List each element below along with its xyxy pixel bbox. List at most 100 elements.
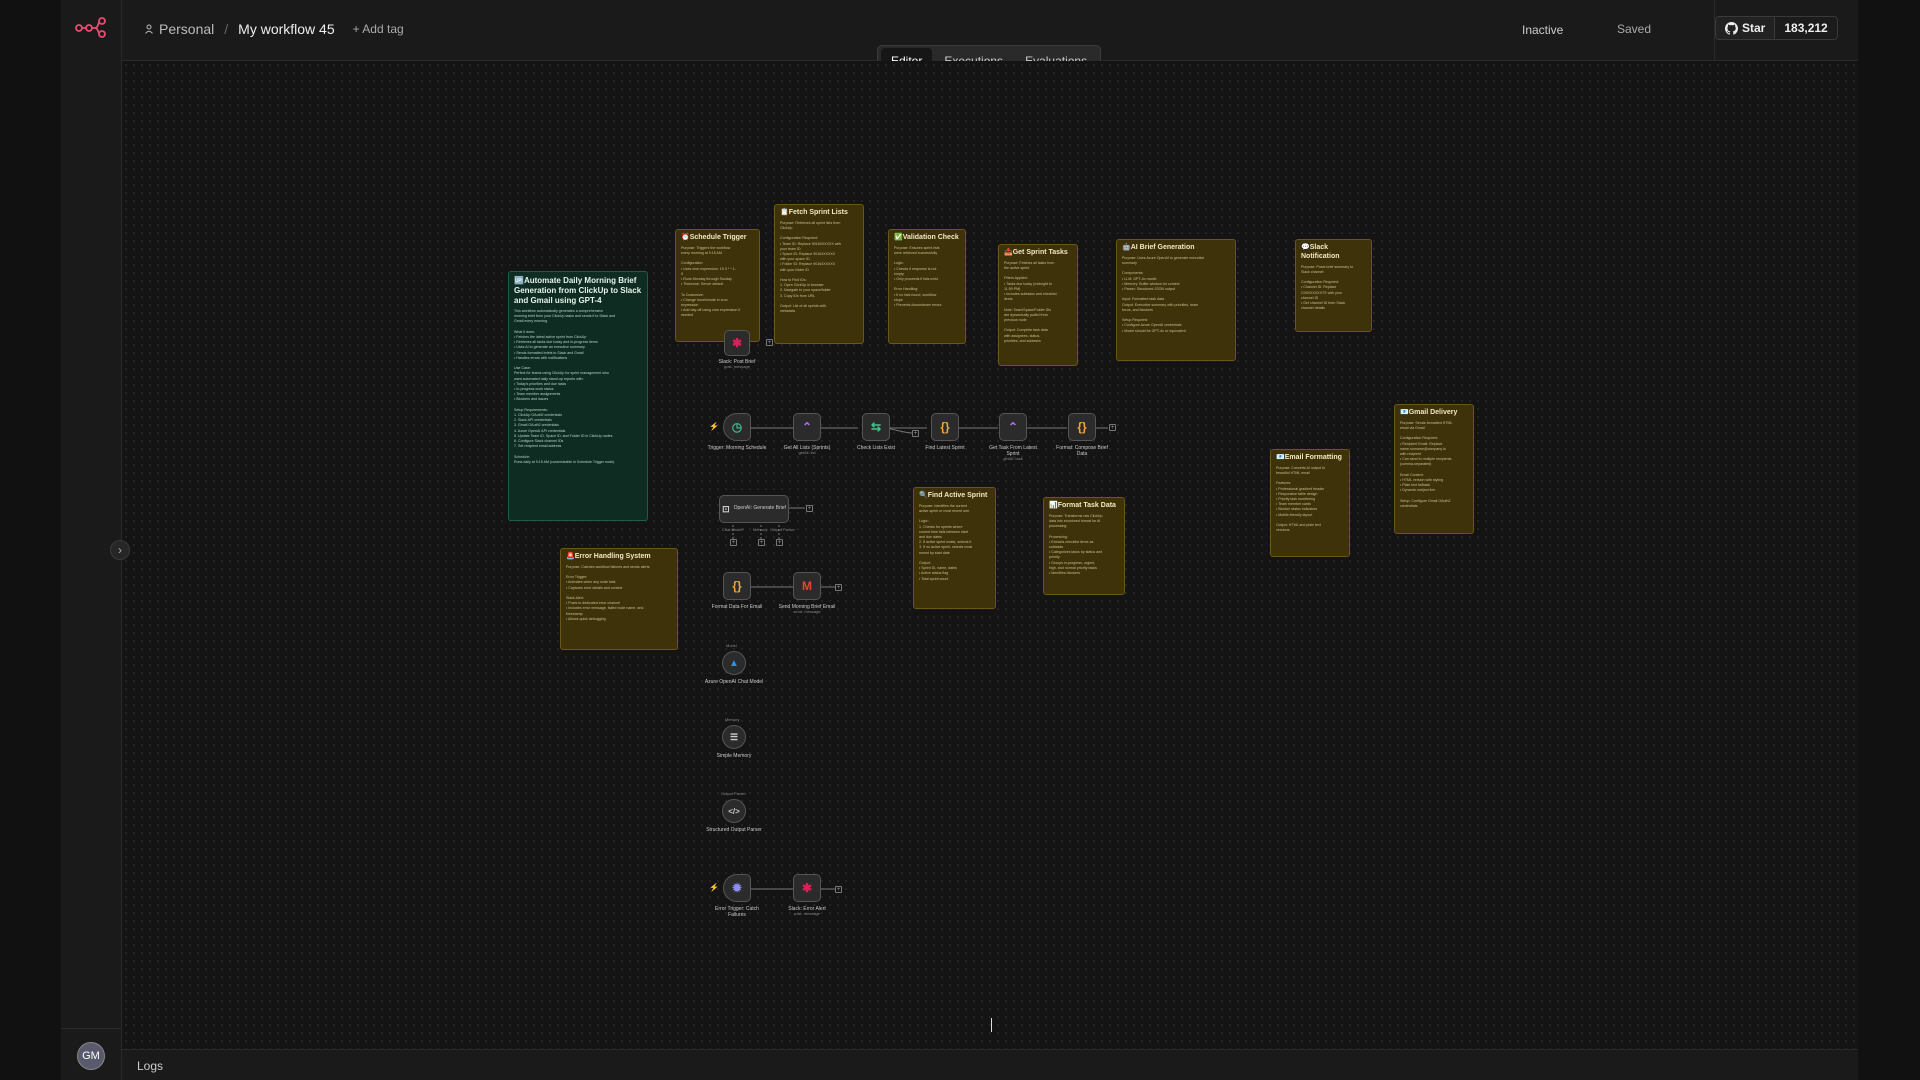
note-body: Purpose: Triggers the workflow every morn…: [681, 246, 754, 319]
node-sublabel: send: message: [793, 609, 821, 614]
save-status: Saved: [1617, 22, 1652, 36]
note-body: Purpose: Transforms raw ClickUp data into…: [1049, 514, 1119, 576]
note-title: ✅Validation Check: [894, 234, 959, 241]
breadcrumb-project[interactable]: Personal: [144, 21, 214, 37]
note-body: Purpose: Fetches all tasks from the activ…: [1004, 261, 1072, 344]
sub-node-type-label: Model: [726, 643, 737, 648]
workflow-canvas[interactable]: 🆙Automate Daily Morning Brief Generation…: [122, 61, 1858, 1049]
node-sublabel: getAll: task: [1003, 456, 1023, 461]
node-sublabel: getAll: list: [798, 450, 816, 455]
sticky-note-slack-notification[interactable]: 💬Slack Notification Purpose: Posts brief…: [1295, 239, 1372, 332]
node-label: Format Data For Email: [711, 604, 763, 610]
node-error-trigger[interactable]: ✹: [723, 874, 751, 902]
node-openai-generate-brief[interactable]: ⊡ OpenAI: Generate Brief: [719, 495, 789, 523]
add-sub-node-button[interactable]: +: [730, 539, 737, 546]
github-star-label[interactable]: Star: [1716, 17, 1776, 39]
node-format-compose-brief[interactable]: {}: [1068, 413, 1096, 441]
azure-icon: ▲: [729, 657, 739, 669]
node-simple-memory[interactable]: ☰: [722, 725, 746, 749]
note-line: needed: [681, 313, 693, 318]
breadcrumb: Personal / My workflow 45 + Add tag: [144, 21, 404, 37]
sticky-note-schedule[interactable]: ⏰Schedule Trigger Purpose: Triggers the …: [675, 229, 760, 342]
node-sublabel: post: message: [723, 364, 750, 369]
sidebar-divider: [61, 1028, 122, 1029]
text-cursor: [991, 1018, 992, 1032]
sticky-note-gmail-delivery[interactable]: 📧Gmail Delivery Purpose: Sends formatted…: [1394, 404, 1474, 534]
sticky-note-fetch-sprint-lists[interactable]: 📋Fetch Sprint Lists Purpose: Retrieves a…: [774, 204, 864, 344]
node-get-all-lists[interactable]: ⌃: [793, 413, 821, 441]
note-body: Purpose: Identifies the current active sp…: [919, 504, 990, 582]
note-line: metadata: [780, 309, 795, 314]
node-label: Find Latest Sprint: [925, 445, 965, 451]
node-trigger-morning-schedule[interactable]: ◷: [723, 413, 751, 441]
sticky-note-error-handling[interactable]: 🚨Error Handling System Purpose: Catches …: [560, 548, 678, 650]
github-star-count: 183,212: [1775, 17, 1837, 39]
note-title: 📧Email Formatting: [1276, 454, 1342, 461]
sticky-note-format-task-data[interactable]: 📊Format Task Data Purpose: Transforms ra…: [1043, 497, 1125, 595]
right-margin: [1858, 0, 1920, 1080]
node-label: Simple Memory: [716, 753, 752, 759]
note-title: 📋Fetch Sprint Lists: [780, 209, 848, 216]
robot-icon: ⊡: [722, 503, 730, 514]
add-node-button[interactable]: +: [766, 339, 773, 346]
logs-label: Logs: [137, 1059, 164, 1073]
note-line: channel details: [1301, 306, 1325, 311]
node-send-morning-brief-email[interactable]: M: [793, 572, 821, 600]
node-find-latest-sprint[interactable]: {}: [931, 413, 959, 441]
add-node-button[interactable]: +: [835, 584, 842, 591]
trigger-bolt-icon: ⚡: [709, 422, 719, 431]
if-branch-icon: ⇆: [870, 420, 882, 434]
expand-panel-button[interactable]: ›: [110, 540, 130, 560]
add-node-button[interactable]: +: [912, 430, 919, 437]
note-line: • Identifies blockers: [1049, 570, 1081, 575]
note-title: 🆙Automate Daily Morning Brief Generation…: [514, 276, 642, 305]
node-label: Send Morning Brief Email send: message: [777, 604, 837, 615]
note-body: Purpose: Posts brief summary to Slack cha…: [1301, 265, 1366, 312]
add-node-button[interactable]: +: [806, 505, 813, 512]
node-label: Slack: Error Alert post: message: [777, 906, 837, 917]
sticky-note-validation[interactable]: ✅Validation Check Purpose: Ensures sprin…: [888, 229, 966, 344]
sticky-note-email-formatting[interactable]: 📧Email Formatting Purpose: Converts AI o…: [1270, 449, 1350, 557]
sticky-note-find-active-sprint[interactable]: 🔍Find Active Sprint Purpose: Identifies …: [913, 487, 996, 609]
node-slack-error-alert[interactable]: ✱: [793, 874, 821, 902]
github-star-button[interactable]: Star 183,212: [1715, 16, 1838, 40]
note-body: Purpose: Catches workflow failures and s…: [566, 565, 672, 622]
sticky-note-ai-brief[interactable]: 🤖AI Brief Generation Purpose: Uses Azure…: [1116, 239, 1236, 361]
note-title: 📊Format Task Data: [1049, 502, 1116, 509]
node-label: Format: Compose Brief Data: [1056, 445, 1108, 457]
node-get-task-latest-sprint[interactable]: ⌃: [999, 413, 1027, 441]
note-title: 📥Get Sprint Tasks: [1004, 249, 1068, 256]
add-sub-node-button[interactable]: +: [776, 539, 783, 546]
note-line: versions: [1276, 528, 1290, 533]
node-label: Error Trigger: Catch Failures: [715, 906, 759, 918]
note-title: 📧Gmail Delivery: [1400, 409, 1458, 416]
note-body: Purpose: Retrieves all sprint lists from…: [780, 221, 858, 315]
add-sub-node-button[interactable]: +: [758, 539, 765, 546]
node-structured-output-parser[interactable]: </>: [722, 799, 746, 823]
port-label-output-parser: Output Parser: [770, 527, 795, 532]
node-azure-openai-chat-model[interactable]: ▲: [722, 651, 746, 675]
note-title: ⏰Schedule Trigger: [681, 234, 747, 241]
sticky-note-get-sprint-tasks[interactable]: 📥Get Sprint Tasks Purpose: Fetches all t…: [998, 244, 1078, 366]
note-line: • Allows quick debugging: [566, 616, 606, 621]
port-label-memory: Memory: [753, 527, 768, 532]
note-line: • Model should be GPT-4o or equivalent: [1122, 328, 1186, 333]
sub-node-type-label: Output Parser: [721, 791, 746, 796]
node-label: Check Lists Exist: [856, 445, 896, 451]
node-slack-post-brief[interactable]: ✱: [724, 330, 750, 356]
user-avatar[interactable]: GM: [77, 1042, 105, 1070]
sticky-note-overview[interactable]: 🆙Automate Daily Morning Brief Generation…: [508, 271, 648, 521]
node-check-lists-exist[interactable]: ⇆: [862, 413, 890, 441]
active-toggle-label[interactable]: Inactive: [1522, 23, 1563, 37]
node-format-data-for-email[interactable]: {}: [723, 572, 751, 600]
workflow-title[interactable]: My workflow 45: [238, 21, 334, 37]
add-node-button[interactable]: +: [1109, 424, 1116, 431]
code-icon: </>: [728, 806, 740, 816]
logs-panel[interactable]: Logs: [122, 1049, 1858, 1080]
add-node-button[interactable]: +: [835, 886, 842, 893]
note-line: • Prevents downstream errors: [894, 302, 942, 307]
note-body: Purpose: Converts AI output to beautiful …: [1276, 466, 1344, 534]
code-braces-icon: {}: [1077, 420, 1087, 434]
add-tag-button[interactable]: + Add tag: [353, 22, 404, 36]
n8n-logo-icon[interactable]: [75, 16, 107, 38]
